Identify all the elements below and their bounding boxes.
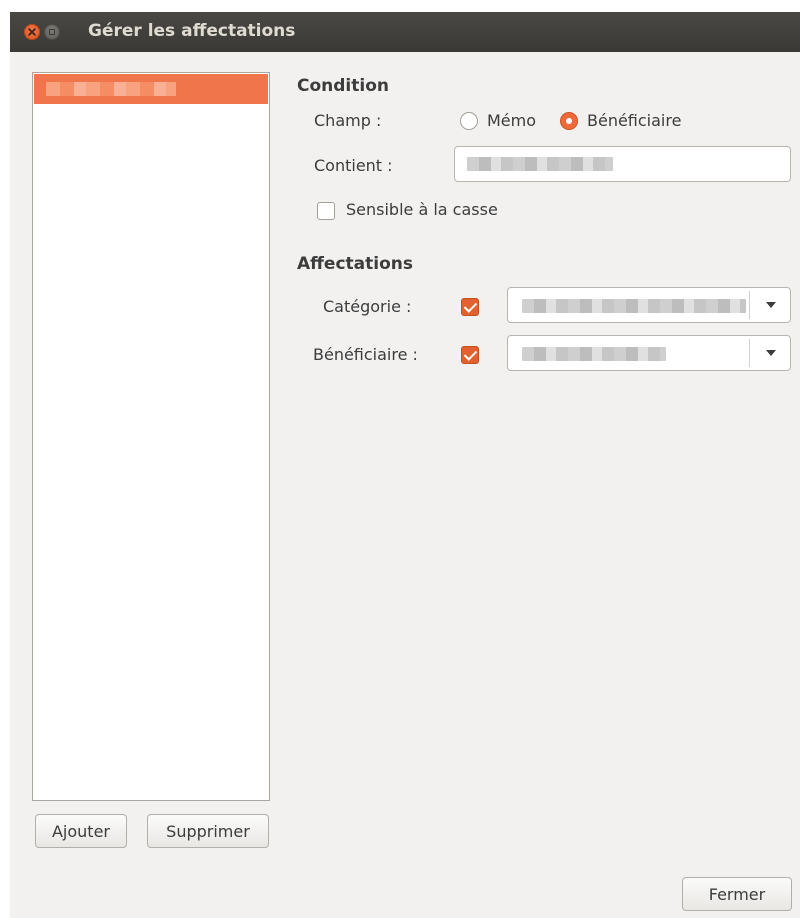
beneficiary-value <box>522 347 666 361</box>
field-label: Champ : <box>314 111 382 130</box>
condition-heading: Condition <box>297 76 389 96</box>
assignments-heading: Affectations <box>297 254 413 274</box>
title-bar: Gérer les affectations <box>10 12 800 52</box>
contains-input[interactable] <box>454 146 791 182</box>
category-combo[interactable] <box>507 287 791 323</box>
case-sensitive-label[interactable]: Sensible à la casse <box>346 200 498 219</box>
window-title: Gérer les affectations <box>88 21 296 41</box>
list-item-label <box>46 82 176 96</box>
beneficiary-combo[interactable] <box>507 335 791 371</box>
category-label: Catégorie : <box>323 297 412 316</box>
close-button[interactable]: Fermer <box>682 877 792 911</box>
list-item[interactable] <box>34 74 268 104</box>
chevron-down-icon[interactable] <box>766 302 776 308</box>
contains-label: Contient : <box>314 156 393 175</box>
category-enable-checkbox[interactable] <box>461 298 479 316</box>
category-value <box>522 299 746 313</box>
memo-radio[interactable] <box>460 112 478 130</box>
rules-list[interactable] <box>32 72 270 801</box>
minimize-window-icon[interactable] <box>44 24 60 40</box>
add-button[interactable]: Ajouter <box>35 814 127 848</box>
remove-button[interactable]: Supprimer <box>147 814 269 848</box>
combo-separator <box>749 339 750 367</box>
close-window-icon[interactable] <box>24 24 40 40</box>
contains-value <box>467 157 613 171</box>
combo-separator <box>749 291 750 319</box>
beneficiary-radio-label[interactable]: Bénéficiaire <box>587 111 681 130</box>
beneficiary-label: Bénéficiaire : <box>313 345 418 364</box>
case-sensitive-checkbox[interactable] <box>317 202 335 220</box>
chevron-down-icon[interactable] <box>766 350 776 356</box>
assignments-dialog: Gérer les affectations Ajouter Supprimer… <box>10 12 800 918</box>
memo-radio-label[interactable]: Mémo <box>487 111 536 130</box>
beneficiary-radio[interactable] <box>560 112 578 130</box>
beneficiary-enable-checkbox[interactable] <box>461 346 479 364</box>
